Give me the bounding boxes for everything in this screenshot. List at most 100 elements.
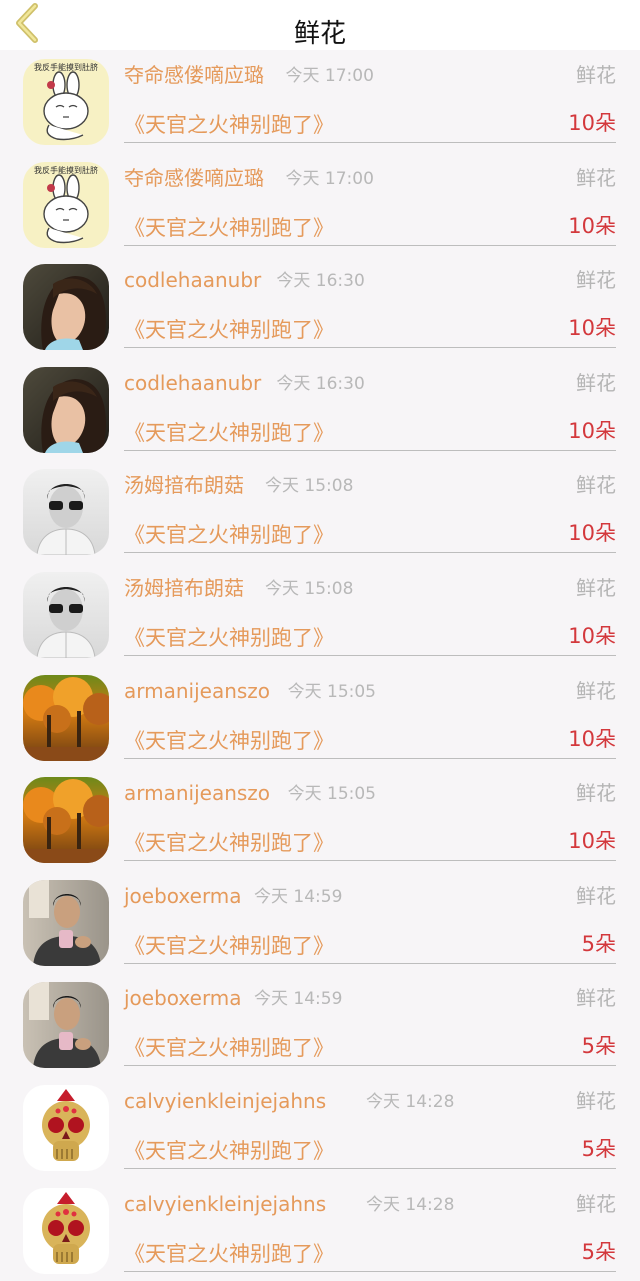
- avatar-image: [23, 469, 109, 556]
- user-avatar[interactable]: [23, 571, 109, 658]
- book-title[interactable]: 《天官之火神别跑了》: [124, 931, 334, 961]
- divider: [124, 860, 616, 862]
- page-title: 鲜花: [293, 19, 346, 49]
- flower-count: 10朵: [568, 726, 616, 751]
- book-title[interactable]: 《天官之火神别跑了》: [124, 828, 334, 858]
- list-item[interactable]: calvyienkleinjejahns 今天 14:28 鲜花 《天官之火神别…: [0, 1076, 640, 1179]
- book-title[interactable]: 《天官之火神别跑了》: [124, 213, 334, 243]
- timestamp: 今天 16:30: [276, 271, 365, 292]
- avatar-image: [23, 879, 109, 966]
- divider: [124, 244, 616, 246]
- user-avatar[interactable]: 我反手能摸到肚脐: [23, 161, 109, 248]
- user-avatar[interactable]: [23, 469, 109, 556]
- gift-type: 鲜花: [576, 575, 616, 600]
- list-item[interactable]: 汤姆揞布朗菇 今天 15:08 鲜花 《天官之火神别跑了》 10朵: [0, 563, 640, 666]
- avatar-image: [23, 571, 109, 658]
- flower-count: 5朵: [581, 1239, 616, 1264]
- user-avatar[interactable]: [23, 366, 109, 453]
- user-name[interactable]: armanijeanszo: [124, 778, 270, 808]
- user-name[interactable]: calvyienkleinjejahns: [124, 1189, 326, 1219]
- user-name[interactable]: 汤姆揞布朗菇: [124, 470, 244, 500]
- divider: [124, 962, 616, 964]
- flower-count: 5朵: [581, 1034, 616, 1059]
- avatar-image: [23, 1084, 109, 1171]
- list-item[interactable]: 我反手能摸到肚脐 夺命感偻嘀应璐 今天 17:00 鲜花 《天官之火神别跑了》 …: [0, 153, 640, 256]
- avatar-image: [23, 674, 109, 761]
- gift-type: 鲜花: [576, 678, 616, 703]
- avatar-image: [23, 777, 109, 864]
- user-avatar[interactable]: [23, 674, 109, 761]
- gift-type: 鲜花: [576, 1191, 616, 1216]
- divider: [124, 142, 616, 143]
- gift-type: 鲜花: [576, 473, 616, 498]
- list-item[interactable]: codlehaanubr 今天 16:30 鲜花 《天官之火神别跑了》 10朵: [0, 358, 640, 461]
- gift-type: 鲜花: [576, 986, 616, 1011]
- avatar-image: 我反手能摸到肚脐: [23, 59, 109, 145]
- divider: [124, 552, 616, 554]
- book-title[interactable]: 《天官之火神别跑了》: [124, 315, 334, 345]
- user-avatar[interactable]: [23, 879, 109, 966]
- user-avatar[interactable]: [23, 1187, 109, 1274]
- book-title[interactable]: 《天官之火神别跑了》: [124, 110, 334, 140]
- flower-count: 10朵: [568, 521, 616, 546]
- flower-count: 5朵: [581, 931, 616, 956]
- list-item[interactable]: joeboxerma 今天 14:59 鲜花 《天官之火神别跑了》 5朵: [0, 973, 640, 1076]
- flower-count: 10朵: [568, 418, 616, 443]
- user-avatar[interactable]: 我反手能摸到肚脐: [23, 59, 109, 145]
- divider: [124, 757, 616, 759]
- divider: [124, 1065, 616, 1067]
- book-title[interactable]: 《天官之火神别跑了》: [124, 418, 334, 448]
- user-name[interactable]: codlehaanubr: [124, 368, 261, 398]
- timestamp: 今天 17:00: [285, 66, 374, 86]
- timestamp: 今天 15:05: [287, 784, 376, 805]
- flower-count: 10朵: [568, 829, 616, 854]
- timestamp: 今天 15:08: [265, 476, 354, 497]
- timestamp: 今天 14:59: [254, 886, 343, 907]
- user-name[interactable]: 汤姆揞布朗菇: [124, 573, 244, 603]
- user-name[interactable]: 夺命感偻嘀应璐: [124, 163, 264, 193]
- book-title[interactable]: 《天官之火神别跑了》: [124, 520, 334, 550]
- list-item[interactable]: 汤姆揞布朗菇 今天 15:08 鲜花 《天官之火神别跑了》 10朵: [0, 460, 640, 563]
- timestamp: 今天 16:30: [276, 373, 365, 394]
- user-name[interactable]: codlehaanubr: [124, 265, 261, 295]
- divider: [124, 1167, 616, 1169]
- list-item[interactable]: 我反手能摸到肚脐 夺命感偻嘀应璐 今天 17:00 鲜花 《天官之火神别跑了》 …: [0, 50, 640, 153]
- gift-type: 鲜花: [576, 268, 616, 293]
- avatar-image: [23, 1187, 109, 1274]
- timestamp: 今天 14:28: [366, 1091, 455, 1112]
- list-item[interactable]: calvyienkleinjejahns 今天 14:28 鲜花 《天官之火神别…: [0, 1179, 640, 1281]
- book-title[interactable]: 《天官之火神别跑了》: [124, 1136, 334, 1166]
- user-avatar[interactable]: [23, 777, 109, 864]
- gift-type: 鲜花: [576, 63, 616, 87]
- avatar-caption: 我反手能摸到肚脐: [34, 165, 98, 175]
- user-name[interactable]: calvyienkleinjejahns: [124, 1086, 326, 1116]
- flower-count: 10朵: [568, 213, 616, 238]
- gift-type: 鲜花: [576, 165, 616, 190]
- list-item[interactable]: armanijeanszo 今天 15:05 鲜花 《天官之火神别跑了》 10朵: [0, 768, 640, 871]
- user-avatar[interactable]: [23, 982, 109, 1069]
- book-title[interactable]: 《天官之火神别跑了》: [124, 1239, 334, 1269]
- book-title[interactable]: 《天官之火神别跑了》: [124, 623, 334, 653]
- navigation-bar: 鲜花: [0, 0, 640, 50]
- avatar-image: [23, 366, 109, 453]
- book-title[interactable]: 《天官之火神别跑了》: [124, 726, 334, 756]
- divider: [124, 347, 616, 349]
- user-name[interactable]: 夺命感偻嘀应璐: [124, 60, 264, 90]
- list-item[interactable]: joeboxerma 今天 14:59 鲜花 《天官之火神别跑了》 5朵: [0, 871, 640, 974]
- flower-count: 5朵: [581, 1136, 616, 1161]
- timestamp: 今天 14:28: [366, 1194, 455, 1215]
- list-item[interactable]: armanijeanszo 今天 15:05 鲜花 《天官之火神别跑了》 10朵: [0, 666, 640, 769]
- user-name[interactable]: armanijeanszo: [124, 676, 270, 706]
- list-item[interactable]: codlehaanubr 今天 16:30 鲜花 《天官之火神别跑了》 10朵: [0, 255, 640, 358]
- flower-count: 10朵: [568, 316, 616, 341]
- flower-record-list: 我反手能摸到肚脐 夺命感偻嘀应璐 今天 17:00 鲜花 《天官之火神别跑了》 …: [0, 50, 640, 1281]
- avatar-image: [23, 264, 109, 351]
- avatar-caption: 我反手能摸到肚脐: [34, 62, 98, 72]
- user-avatar[interactable]: [23, 264, 109, 351]
- timestamp: 今天 15:08: [265, 578, 354, 599]
- book-title[interactable]: 《天官之火神别跑了》: [124, 1033, 334, 1063]
- divider: [124, 1270, 616, 1272]
- user-name[interactable]: joeboxerma: [124, 881, 242, 911]
- user-name[interactable]: joeboxerma: [124, 983, 242, 1013]
- user-avatar[interactable]: [23, 1084, 109, 1171]
